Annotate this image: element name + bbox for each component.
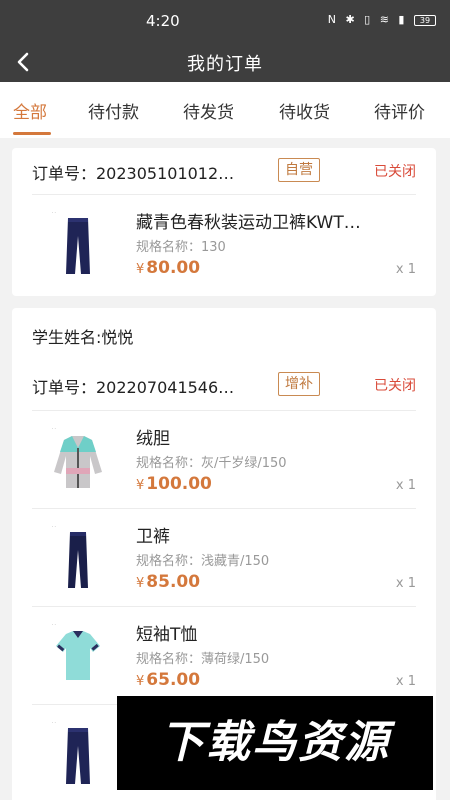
product-image-polo: · · (50, 618, 106, 694)
order-number: 订单号：202207041546… (32, 378, 235, 397)
item-price: ¥80.00 (136, 258, 200, 278)
order-status: 已关闭 (374, 164, 416, 180)
product-image-jacket: · · (50, 422, 106, 498)
item-quantity: x 1 (395, 262, 416, 277)
currency-symbol: ¥ (136, 674, 145, 689)
status-bar: 4:20 N ✱ ▯ ≋ ▮ 39 (0, 0, 450, 42)
order-header: 订单号：202207041546… 增补 已关闭 (32, 368, 416, 402)
battery-icon: 39 (414, 14, 436, 26)
status-icon-glyphs: N ✱ ▯ ≋ ▮ (327, 13, 408, 26)
order-item[interactable]: · · 卫裤 规格名称：浅藏青/150 ¥85.00 x 1 (12, 512, 436, 610)
currency-symbol: ¥ (136, 478, 145, 493)
item-quantity: x 1 (395, 674, 416, 689)
order-header: 订单号：2023051010​12… 自营 已关闭 (32, 154, 416, 188)
currency-symbol: ¥ (136, 262, 145, 277)
item-spec: 规格名称：灰/千岁绿/150 (136, 456, 287, 471)
svg-text:· ·: · · (52, 426, 56, 431)
watermark-logo: 下载鸟资源 (117, 696, 433, 790)
tab-pending-payment[interactable]: 待付款 (88, 98, 139, 123)
item-spec: 规格名称：130 (136, 240, 226, 255)
status-time: 4:20 (146, 12, 180, 30)
item-name: 短袖T恤 (136, 625, 198, 645)
order-tag: 增补 (278, 372, 320, 396)
order-item[interactable]: · · 藏青色春秋装运动卫裤KWT… 规格名称：130 ¥80.00 x 1 (12, 198, 436, 296)
item-spec: 规格名称：浅藏青/150 (136, 554, 270, 569)
item-price: ¥65.00 (136, 670, 200, 690)
product-image-navy-pants: · · (50, 520, 106, 596)
nav-bar: 我的订单 (0, 42, 450, 82)
item-quantity: x 1 (395, 478, 416, 493)
status-icons: N ✱ ▯ ≋ ▮ 39 (328, 13, 436, 26)
order-tabs: 全部 待付款 待发货 待收货 待评价 (0, 82, 450, 138)
svg-text:· ·: · · (52, 622, 56, 627)
tab-pending-shipment[interactable]: 待发货 (183, 98, 234, 123)
price-value: 80.00 (146, 258, 201, 278)
order-tag: 自营 (278, 158, 320, 182)
svg-text:· ·: · · (52, 720, 56, 725)
price-value: 65.00 (146, 670, 201, 690)
svg-text:· ·: · · (52, 210, 56, 215)
item-name: 卫裤 (136, 527, 170, 547)
active-tab-indicator (13, 132, 51, 135)
price-value: 100.00 (146, 474, 212, 494)
order-card[interactable]: 订单号：2023051010​12… 自营 已关闭 · · 藏青色春秋装运动卫裤… (12, 148, 436, 296)
order-item[interactable]: · · 短袖T恤 规格名称：薄荷绿/150 ¥65.00 x 1 (12, 610, 436, 708)
divider (32, 410, 416, 411)
order-number: 订单号：2023051010​12… (32, 164, 235, 183)
divider (32, 606, 416, 607)
price-value: 85.00 (146, 572, 201, 592)
divider (32, 508, 416, 509)
product-image-navy-pants: · · (50, 716, 106, 792)
item-name: 藏青色春秋装运动卫裤KWT… (136, 213, 361, 233)
page-title: 我的订单 (187, 54, 263, 75)
tab-all[interactable]: 全部 (13, 98, 47, 123)
currency-symbol: ¥ (136, 576, 145, 591)
svg-text:· ·: · · (52, 524, 56, 529)
item-quantity: x 1 (395, 576, 416, 591)
item-name: 绒胆 (136, 429, 170, 449)
tab-pending-receipt[interactable]: 待收货 (279, 98, 330, 123)
tab-pending-review[interactable]: 待评价 (374, 98, 425, 123)
item-spec: 规格名称：薄荷绿/150 (136, 652, 270, 667)
order-status: 已关闭 (374, 378, 416, 394)
student-name: 学生姓名:悦悦 (32, 328, 134, 347)
item-price: ¥100.00 (136, 474, 212, 494)
product-image-navy-pants: · · (50, 206, 106, 282)
item-price: ¥85.00 (136, 572, 200, 592)
order-item[interactable]: · · 绒胆 规格名称：灰/千岁绿/150 ¥100.00 x 1 (12, 414, 436, 512)
divider (32, 194, 416, 195)
